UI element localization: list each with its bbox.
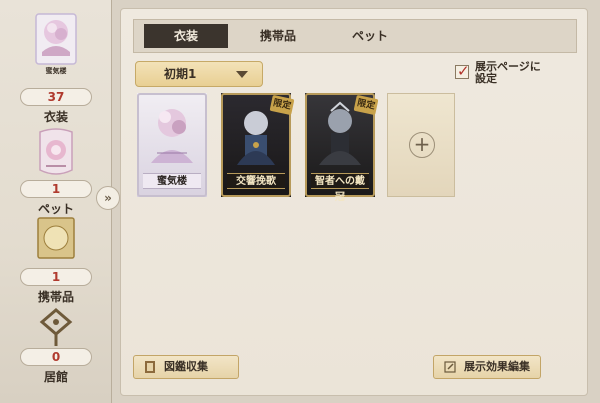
main-panel: 衣装 携帯品 ペット 初期1 ✓ 展示ページに 設定 蜜気楼 限定 交響挽歌 限…: [120, 8, 588, 396]
residence-count: 0: [20, 348, 92, 366]
pet-icon: [39, 128, 73, 175]
item-label: 携帯品: [37, 290, 74, 304]
tab-pet[interactable]: ペット: [328, 24, 412, 48]
edit-icon: [444, 361, 456, 373]
empty-card-slot[interactable]: +: [387, 93, 455, 197]
encyclopedia-label: 図鑑収集: [164, 360, 208, 373]
costume-card[interactable]: 限定 交響挽歌: [221, 93, 295, 197]
costume-card[interactable]: 蜜気楼: [137, 93, 207, 197]
encyclopedia-button[interactable]: 図鑑収集: [133, 355, 239, 379]
sidebar-residence[interactable]: 0 居館: [18, 304, 94, 392]
tab-carry-items[interactable]: 携帯品: [236, 24, 320, 48]
left-sidebar: 蜜気楼 37 衣装 1 ペット 1 携帯品 0 居館: [0, 0, 112, 403]
card-name: 智者への戴冠: [311, 173, 369, 203]
residence-label: 居館: [43, 370, 68, 384]
showcase-label-line2: 設定: [475, 72, 497, 85]
sidebar-costume[interactable]: 蜜気楼 37 衣装: [18, 12, 94, 124]
tab-costume[interactable]: 衣装: [144, 24, 228, 48]
costume-portrait-name: 蜜気楼: [45, 67, 67, 75]
carry-item-icon: [37, 217, 75, 259]
card-name: 交響挽歌: [227, 173, 285, 189]
costume-portrait-icon: [35, 13, 77, 65]
preset-dropdown-value: 初期1: [164, 67, 197, 81]
sidebar-item[interactable]: 1 携帯品: [18, 214, 94, 304]
sidebar-pet[interactable]: 1 ペット: [18, 126, 94, 216]
book-icon: [145, 361, 155, 373]
costume-label: 衣装: [43, 110, 68, 124]
showcase-checkbox[interactable]: ✓: [455, 62, 470, 80]
plus-icon: +: [409, 132, 435, 158]
costume-count: 37: [20, 88, 92, 106]
chevron-down-icon: [236, 71, 248, 78]
item-count: 1: [20, 268, 92, 286]
preset-dropdown[interactable]: 初期1: [135, 61, 263, 87]
check-icon: ✓: [457, 62, 470, 80]
showcase-checkbox-label: 展示ページに 設定: [475, 61, 575, 85]
card-name: 蜜気楼: [143, 173, 201, 189]
costume-card[interactable]: 限定 智者への戴冠: [305, 93, 379, 203]
display-edit-label: 展示効果編集: [464, 360, 530, 373]
pet-count: 1: [20, 180, 92, 198]
tab-bar: 衣装 携帯品 ペット: [133, 19, 577, 53]
expand-chevron-icon[interactable]: »: [96, 186, 120, 210]
display-effect-edit-button[interactable]: 展示効果編集: [433, 355, 541, 379]
